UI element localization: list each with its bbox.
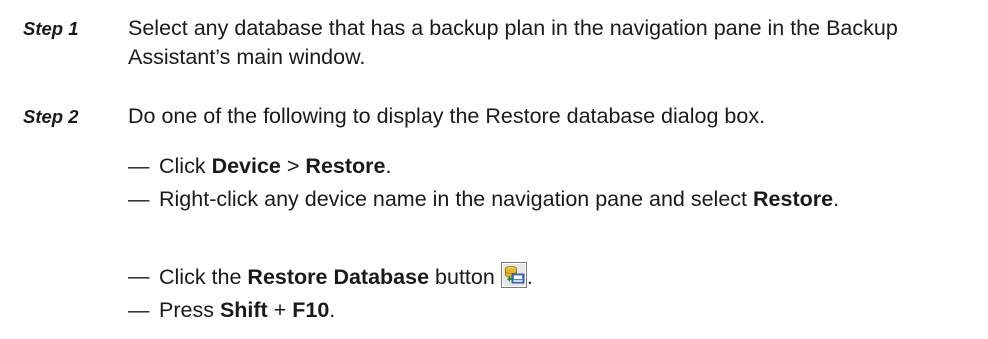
- key-shift: Shift: [219, 298, 268, 322]
- option-end: .: [833, 187, 840, 211]
- option-dash: —: [128, 264, 150, 288]
- key-plus: +: [267, 298, 293, 322]
- option-mid: button: [429, 265, 495, 289]
- option-text: Click: [159, 154, 212, 178]
- option-text: Press: [159, 298, 220, 322]
- option-end: .: [329, 298, 336, 322]
- option-text: Right-click any device name in the navig…: [159, 187, 753, 211]
- button-name-restore-database: Restore Database: [247, 265, 430, 289]
- option-end: .: [526, 265, 533, 289]
- menu-restore: Restore: [305, 154, 386, 178]
- restore-database-icon: [500, 262, 527, 288]
- option-right-click: — Right-click any device name in the nav…: [128, 185, 968, 214]
- option-restore-button: — Click the Restore Database button .: [128, 262, 968, 292]
- option-dash: —: [128, 154, 150, 178]
- step-1-text: Select any database that has a backup pl…: [128, 16, 898, 69]
- option-dash: —: [128, 187, 150, 211]
- option-end: .: [385, 154, 392, 178]
- step-2-text: Do one of the following to display the R…: [128, 104, 766, 128]
- option-device-restore: — Click Device > Restore.: [128, 152, 968, 181]
- option-dash: —: [128, 298, 150, 322]
- option-keyboard-shortcut: — Press Shift + F10.: [128, 296, 968, 325]
- step-1-label: Step 1: [23, 18, 79, 39]
- step-2-label: Step 2: [23, 106, 79, 127]
- menu-device: Device: [211, 154, 281, 178]
- menu-separator: >: [280, 154, 306, 178]
- command-restore: Restore: [753, 187, 834, 211]
- option-text: Click the: [159, 265, 248, 289]
- key-f10: F10: [292, 298, 330, 322]
